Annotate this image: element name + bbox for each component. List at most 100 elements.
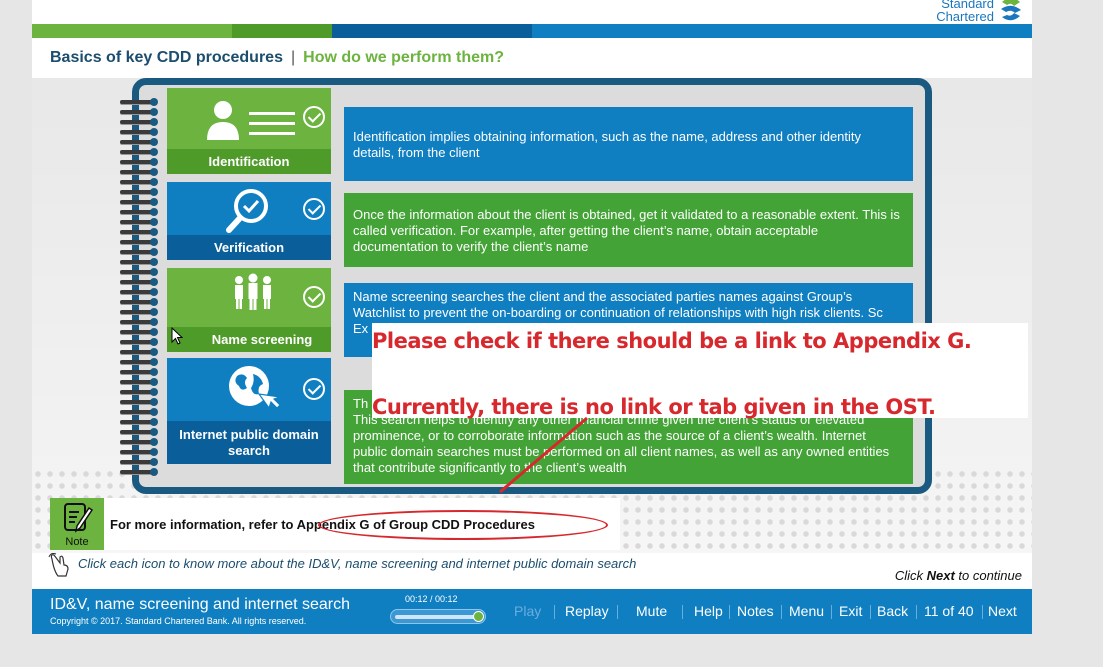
spiral-ring <box>120 188 160 196</box>
spiral-ring <box>120 108 160 116</box>
help-button[interactable]: Help <box>694 603 723 619</box>
spiral-ring <box>120 98 160 106</box>
tab-internet-search[interactable]: Internet public domain search <box>167 358 331 464</box>
module-title: ID&V, name screening and internet search <box>50 596 351 613</box>
top-stripe-blue <box>532 24 1032 38</box>
spiral-ring <box>120 288 160 296</box>
page-subtitle: How do we perform them? <box>303 49 505 66</box>
next-button[interactable]: Next <box>988 603 1017 619</box>
spiral-ring <box>120 178 160 186</box>
time-readout: 00:12 / 00:12 <box>405 594 458 604</box>
spiral-ring <box>120 398 160 406</box>
top-stripe-green <box>32 24 232 38</box>
spiral-ring <box>120 218 160 226</box>
notebook-spiral <box>120 98 160 480</box>
continue-suffix: to continue <box>954 568 1022 583</box>
check-icon <box>303 378 325 400</box>
divider <box>831 605 832 619</box>
spiral-ring <box>120 258 160 266</box>
back-button[interactable]: Back <box>877 603 908 619</box>
seek-bar-progress <box>395 615 475 619</box>
brand-wordmark: Standard Chartered <box>936 0 994 23</box>
spiral-ring <box>120 228 160 236</box>
continue-hint: Click Next to continue <box>895 568 1022 583</box>
spiral-ring <box>120 278 160 286</box>
spiral-ring <box>120 338 160 346</box>
continue-next-word: Next <box>926 568 955 583</box>
spiral-ring <box>120 458 160 466</box>
tab-label: Internet public domain search <box>167 421 331 464</box>
seek-bar-handle[interactable] <box>473 611 484 622</box>
course-slide: Standard Chartered Basics of key CDD pro… <box>32 0 1032 634</box>
spiral-ring <box>120 468 160 476</box>
annotation-oval <box>318 510 608 540</box>
spiral-ring <box>120 158 160 166</box>
note-bar: Note For more information, refer to Appe… <box>50 498 620 550</box>
magnifier-check-icon <box>226 189 268 233</box>
note-text-prefix: For more information, refer to <box>110 517 297 532</box>
tab-identification[interactable]: Identification <box>167 88 331 174</box>
note-icon-label: Note <box>65 536 89 548</box>
panel-verification: Once the information about the client is… <box>344 193 913 267</box>
panel-text: Name screening searches the client and t… <box>353 289 883 320</box>
tab-name-screening[interactable]: Name screening <box>167 268 331 352</box>
notes-button[interactable]: Notes <box>737 603 774 619</box>
tab-label: Identification <box>167 149 331 174</box>
spiral-ring <box>120 238 160 246</box>
panel-text: This search helps to identify any other … <box>353 412 890 475</box>
spiral-ring <box>120 268 160 276</box>
spiral-ring <box>120 358 160 366</box>
spiral-ring <box>120 208 160 216</box>
top-stripe-midgreen <box>232 24 332 38</box>
mouse-cursor-icon <box>171 327 183 345</box>
instruction-line: Click each icon to know more about the I… <box>48 553 636 577</box>
mute-button[interactable]: Mute <box>636 603 667 619</box>
tab-label: Name screening <box>167 327 331 352</box>
review-comment-box: Please check if there should be a link t… <box>372 323 1028 419</box>
divider <box>916 605 917 619</box>
spiral-ring <box>120 408 160 416</box>
spiral-ring <box>120 128 160 136</box>
divider <box>617 605 618 619</box>
divider <box>554 605 555 619</box>
spiral-ring <box>120 118 160 126</box>
spiral-ring <box>120 448 160 456</box>
brand-line2: Chartered <box>936 9 994 24</box>
player-footer: ID&V, name screening and internet search… <box>32 589 1032 634</box>
tab-verification[interactable]: Verification <box>167 182 331 260</box>
tap-hand-icon <box>48 553 69 577</box>
people-group-icon <box>235 273 271 310</box>
note-icon[interactable]: Note <box>50 498 104 550</box>
exit-button[interactable]: Exit <box>839 603 862 619</box>
spiral-ring <box>120 428 160 436</box>
spiral-ring <box>120 418 160 426</box>
spiral-ring <box>120 298 160 306</box>
panel-identification: Identification implies obtaining informa… <box>344 107 913 181</box>
panel-text: Once the information about the client is… <box>353 207 900 254</box>
review-comment-line1: Please check if there should be a link t… <box>372 329 972 353</box>
spiral-ring <box>120 308 160 316</box>
spiral-ring <box>120 368 160 376</box>
check-icon <box>303 286 325 308</box>
replay-button[interactable]: Replay <box>565 603 609 619</box>
spiral-ring <box>120 148 160 156</box>
seek-bar[interactable] <box>390 609 486 624</box>
tab-label: Verification <box>167 235 331 260</box>
check-icon <box>303 106 325 128</box>
continue-prefix: Click <box>894 568 927 583</box>
notepad-pencil-icon <box>64 503 94 533</box>
divider <box>870 605 871 619</box>
brand-logo-icon <box>1001 0 1021 21</box>
copyright-text: Copyright © 2017. Standard Chartered Ban… <box>50 616 307 626</box>
page-title: Basics of key CDD procedures <box>50 49 283 66</box>
panel-text: Identification implies obtaining informa… <box>353 129 862 160</box>
globe-cursor-icon <box>229 366 281 410</box>
play-button[interactable]: Play <box>514 603 541 619</box>
spiral-ring <box>120 438 160 446</box>
spiral-ring <box>120 168 160 176</box>
spiral-ring <box>120 198 160 206</box>
spiral-ring <box>120 318 160 326</box>
review-comment-line2: Currently, there is no link or tab given… <box>372 395 936 419</box>
menu-button[interactable]: Menu <box>789 603 824 619</box>
divider <box>781 605 782 619</box>
